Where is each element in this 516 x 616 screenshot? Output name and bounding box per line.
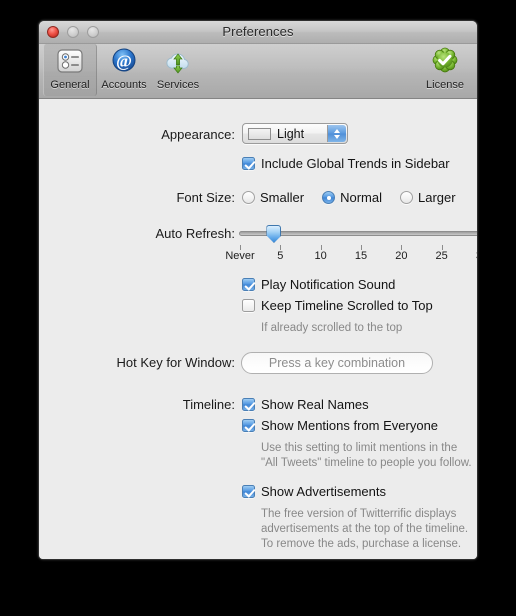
general-prefs-icon — [54, 47, 86, 78]
global-trends-row: Include Global Trends in Sidebar — [242, 156, 450, 171]
checkbox-play-notification-sound[interactable]: Play Notification Sound — [242, 277, 395, 292]
chevron-down-icon — [334, 134, 340, 139]
slider-tick-label: 5 — [277, 250, 284, 262]
hot-key-label-wrap: Hot Key for Window: — [89, 355, 236, 370]
font-size-radio-group: Smaller Normal Larger — [242, 190, 456, 205]
timeline-label-wrap: Timeline: — [111, 397, 235, 412]
checkbox-show-mentions-everyone-label: Show Mentions from Everyone — [261, 418, 439, 433]
show-real-names-row: Show Real Names — [242, 397, 369, 412]
slider-tick-label: 20 — [395, 250, 408, 262]
checkbox-show-advertisements[interactable]: Show Advertisements — [242, 484, 386, 499]
checkbox-show-mentions-everyone-box[interactable] — [242, 419, 255, 432]
hot-key-input[interactable]: Press a key combination — [241, 352, 433, 374]
ads-hint-line1: The free version of Twitterrific display… — [261, 508, 457, 520]
timeline-label: Timeline: — [182, 397, 235, 412]
toolbar-tab-general-label: General — [50, 79, 90, 91]
keep-scrolled-hint: If already scrolled to the top — [261, 322, 403, 334]
radio-font-smaller[interactable]: Smaller — [242, 190, 304, 205]
radio-font-smaller-dot[interactable] — [242, 191, 255, 204]
checkbox-show-real-names-box[interactable] — [242, 398, 255, 411]
slider-tick-label: 10 — [314, 250, 327, 262]
appearance-popup-wrap: Light — [242, 123, 348, 144]
window-titlebar: Preferences — [39, 21, 477, 44]
svg-text:@: @ — [116, 52, 132, 71]
cloud-sync-icon — [162, 47, 194, 78]
checkbox-play-notification-sound-box[interactable] — [242, 278, 255, 291]
play-sound-row: Play Notification Sound — [242, 277, 395, 292]
preferences-content-general: Appearance: Light Include Global Trends … — [39, 99, 477, 559]
hot-key-field-wrap: Press a key combination — [241, 352, 433, 374]
appearance-label-wrap: Appearance: — [111, 127, 235, 142]
auto-refresh-label-wrap: Auto Refresh: — [101, 226, 236, 241]
toolbar-tab-license[interactable]: License — [418, 44, 472, 96]
preferences-window: Preferences General @ Accounts Services … — [38, 20, 478, 560]
checkbox-keep-timeline-scrolled[interactable]: Keep Timeline Scrolled to Top — [242, 298, 433, 313]
auto-refresh-slider-thumb[interactable] — [266, 225, 282, 243]
toolbar-left-group: General @ Accounts Services — [43, 44, 205, 96]
toolbar-tab-accounts-label: Accounts — [101, 79, 147, 91]
mentions-hint-line1: Use this setting to limit mentions in th… — [261, 442, 458, 454]
ads-hint-line2: advertisements at the top of the timelin… — [261, 523, 469, 535]
radio-font-smaller-label: Smaller — [260, 190, 305, 205]
appearance-popup-button[interactable]: Light — [242, 123, 348, 144]
appearance-popup-value: Light — [277, 126, 305, 141]
checkbox-global-trends-box[interactable] — [242, 157, 255, 170]
checkbox-play-notification-sound-label: Play Notification Sound — [261, 277, 396, 292]
keep-scrolled-hint-wrap: If already scrolled to the top — [261, 321, 402, 336]
appearance-swatch-icon — [248, 127, 271, 140]
checkbox-global-trends-label: Include Global Trends in Sidebar — [261, 156, 450, 171]
toolbar-right-group: License — [418, 44, 472, 96]
radio-font-larger[interactable]: Larger — [399, 190, 456, 205]
preferences-toolbar: General @ Accounts Services License — [39, 44, 477, 99]
chevron-up-icon — [334, 128, 340, 133]
window-title: Preferences — [222, 24, 294, 39]
radio-font-normal-dot[interactable] — [322, 191, 336, 204]
toolbar-tab-accounts[interactable]: @ Accounts — [97, 44, 151, 96]
hot-key-label: Hot Key for Window: — [116, 355, 236, 370]
radio-font-normal[interactable]: Normal — [322, 190, 382, 205]
auto-refresh-tick-labels: Never 5 10 15 20 25 30 — [199, 250, 477, 264]
checkbox-keep-timeline-scrolled-box[interactable] — [242, 299, 255, 312]
ads-hint: The free version of Twitterrific display… — [261, 507, 468, 552]
slider-tick-label: Never — [225, 250, 255, 262]
hot-key-placeholder: Press a key combination — [268, 356, 406, 370]
font-size-label-wrap: Font Size: — [111, 190, 235, 205]
checkbox-show-real-names-label: Show Real Names — [261, 397, 369, 412]
checkbox-show-advertisements-box[interactable] — [242, 485, 255, 498]
ads-hint-line3: To remove the ads, purchase a license. — [261, 538, 462, 550]
at-sign-icon: @ — [108, 47, 140, 78]
checkbox-global-trends[interactable]: Include Global Trends in Sidebar — [242, 156, 450, 171]
keep-scrolled-row: Keep Timeline Scrolled to Top — [242, 298, 433, 313]
mentions-hint-line2: "All Tweets" timeline to people you foll… — [261, 457, 472, 469]
auto-refresh-slider[interactable] — [239, 225, 477, 243]
toolbar-tab-services-label: Services — [156, 79, 200, 91]
slider-tick-label: 30 — [476, 250, 477, 262]
show-mentions-row: Show Mentions from Everyone — [242, 418, 438, 433]
green-check-badge-icon — [429, 47, 461, 78]
radio-font-larger-label: Larger — [417, 190, 456, 205]
font-size-label: Font Size: — [176, 190, 235, 205]
checkbox-show-mentions-everyone[interactable]: Show Mentions from Everyone — [242, 418, 438, 433]
radio-font-larger-dot[interactable] — [399, 191, 413, 204]
toolbar-tab-general[interactable]: General — [43, 44, 97, 96]
checkbox-show-real-names[interactable]: Show Real Names — [242, 397, 369, 412]
show-ads-row: Show Advertisements — [242, 484, 386, 499]
slider-tick-label: 25 — [435, 250, 448, 262]
auto-refresh-label: Auto Refresh: — [155, 226, 236, 241]
radio-font-normal-label: Normal — [340, 190, 382, 205]
appearance-popup-stepper-icon[interactable] — [327, 125, 346, 142]
toolbar-tab-services[interactable]: Services — [151, 44, 205, 96]
appearance-label: Appearance: — [161, 127, 235, 142]
checkbox-show-advertisements-label: Show Advertisements — [261, 484, 387, 499]
mentions-hint: Use this setting to limit mentions in th… — [261, 441, 472, 471]
slider-tick-label: 15 — [354, 250, 368, 262]
checkbox-keep-timeline-scrolled-label: Keep Timeline Scrolled to Top — [261, 298, 433, 313]
toolbar-tab-license-label: License — [426, 79, 464, 91]
